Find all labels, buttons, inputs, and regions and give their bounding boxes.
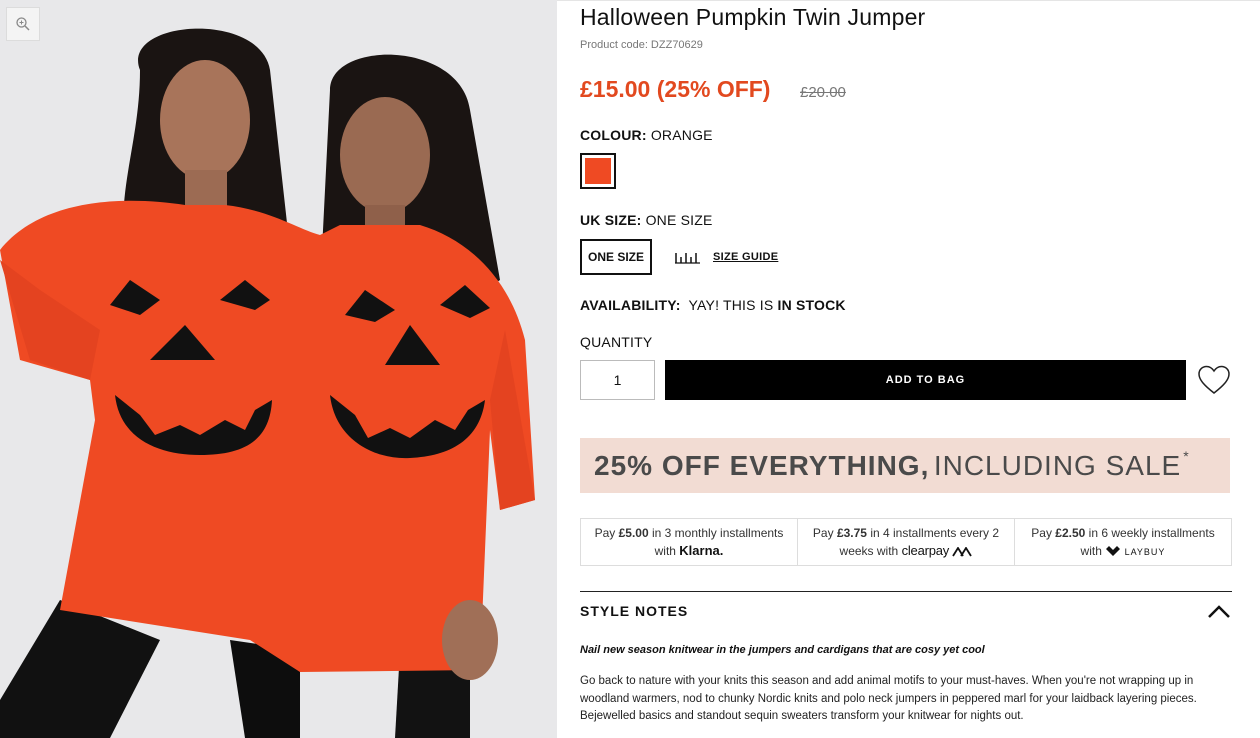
availability-prefix: YAY! THIS IS	[688, 297, 774, 313]
payment-amount: £2.50	[1055, 525, 1086, 540]
availability-status: IN STOCK	[777, 297, 846, 313]
product-photo	[0, 0, 557, 738]
payment-clearpay[interactable]: Pay £3.75 in 4 installments every 2 week…	[798, 519, 1015, 565]
zoom-icon	[16, 17, 30, 31]
chevron-up-icon[interactable]	[1207, 603, 1231, 619]
colour-label: COLOUR:	[580, 127, 647, 143]
payment-laybuy[interactable]: Pay £2.50 in 6 weekly installments with …	[1015, 519, 1231, 565]
size-option-one-size[interactable]: ONE SIZE	[580, 239, 652, 275]
heart-icon	[1198, 365, 1230, 394]
original-price: £20.00	[800, 84, 846, 101]
promo-light: INCLUDING SALE	[933, 449, 1182, 481]
style-notes-tagline: Nail new season knitwear in the jumpers …	[580, 644, 985, 656]
payment-pre: Pay	[1031, 525, 1052, 540]
size-row: UK SIZE: ONE SIZE	[580, 212, 713, 228]
product-title: Halloween Pumpkin Twin Jumper	[580, 4, 926, 30]
payment-pre: Pay	[812, 526, 834, 540]
payment-amount: £5.00	[618, 526, 649, 540]
promo-asterisk: *	[1183, 447, 1189, 464]
laybuy-logo: LAYBUY	[1124, 546, 1166, 557]
payment-pre: Pay	[594, 526, 616, 540]
zoom-button[interactable]	[6, 7, 40, 41]
colour-value: ORANGE	[650, 127, 713, 143]
payment-options: Pay £5.00 in 3 monthly installments with…	[580, 518, 1232, 566]
product-code: Product code: DZZ70629	[580, 39, 703, 51]
klarna-logo: Klarna.	[679, 543, 724, 558]
swatch-fill	[585, 158, 611, 184]
promo-banner[interactable]: 25% OFF EVERYTHING, INCLUDING SALE *	[580, 438, 1230, 493]
laybuy-heart-icon	[1106, 546, 1121, 557]
availability-label: AVAILABILITY:	[580, 297, 681, 313]
size-label: UK SIZE:	[580, 212, 642, 228]
product-details: Halloween Pumpkin Twin Jumper Product co…	[580, 0, 1232, 738]
promo-bold: 25% OFF EVERYTHING,	[594, 449, 930, 481]
availability-row: AVAILABILITY: YAY! THIS IS IN STOCK	[580, 297, 846, 313]
product-image[interactable]	[0, 0, 557, 738]
ruler-icon	[675, 253, 700, 264]
wishlist-button[interactable]	[1196, 362, 1232, 398]
quantity-input[interactable]	[580, 360, 655, 400]
payment-amount: £3.75	[836, 526, 867, 540]
colour-swatch-orange[interactable]	[580, 153, 616, 189]
add-to-bag-button[interactable]: ADD TO BAG	[665, 360, 1186, 400]
style-notes-heading[interactable]: STYLE NOTES	[580, 603, 688, 619]
section-divider	[580, 591, 1232, 592]
size-value: ONE SIZE	[645, 212, 713, 228]
sale-price: £15.00 (25% OFF)	[580, 76, 771, 102]
style-notes-body: Go back to nature with your knits this s…	[580, 675, 1197, 722]
size-guide-link[interactable]: SIZE GUIDE	[713, 251, 778, 263]
clearpay-arrows-icon	[952, 546, 973, 557]
clearpay-logo: clearpay	[901, 543, 950, 558]
colour-row: COLOUR: ORANGE	[580, 127, 713, 143]
payment-klarna[interactable]: Pay £5.00 in 3 monthly installments with…	[581, 519, 798, 565]
quantity-label: QUANTITY	[580, 334, 653, 350]
